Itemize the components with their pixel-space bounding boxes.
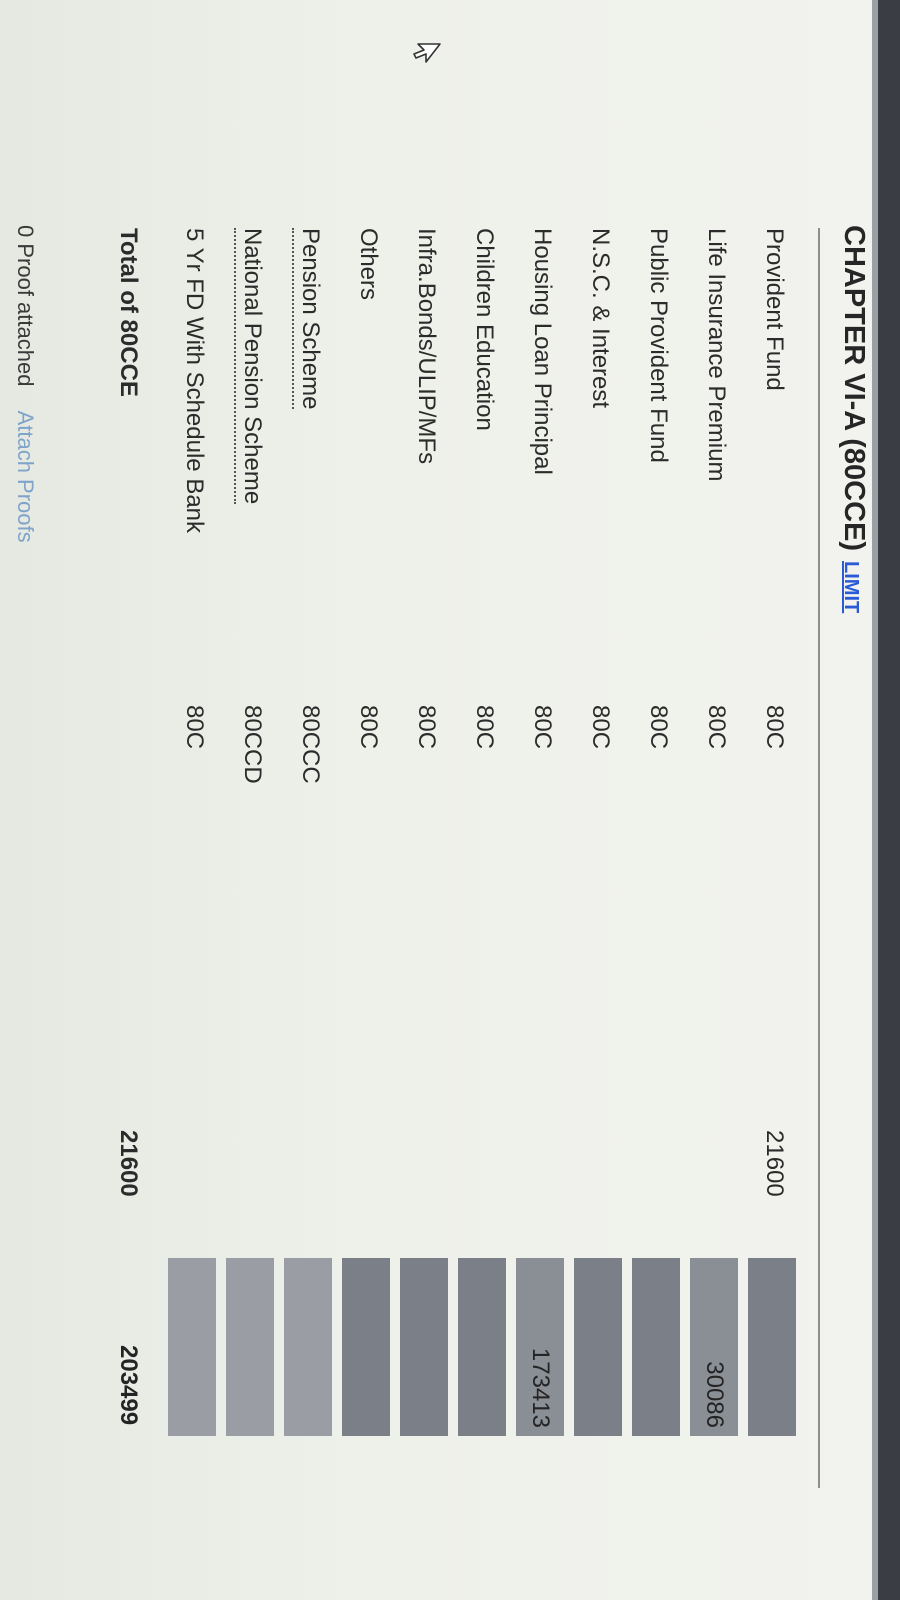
row-section: 80CCD xyxy=(239,705,266,784)
row-label: 5 Yr FD With Schedule Bank xyxy=(181,228,208,534)
amount-input-value: 173413 xyxy=(527,1347,554,1428)
row-label: Provident Fund xyxy=(761,228,788,391)
row-section: 80C xyxy=(355,705,382,750)
row-section: 80C xyxy=(181,705,208,750)
row-section: 80C xyxy=(413,705,440,750)
row-section: 80C xyxy=(703,705,730,750)
mouse-pointer-icon xyxy=(413,43,441,63)
amount-input[interactable] xyxy=(574,1258,622,1436)
amount-input[interactable] xyxy=(342,1258,390,1436)
deduction-row: 5 Yr FD With Schedule Bank 80C xyxy=(166,0,218,1600)
deduction-row: N.S.C. & Interest 80C xyxy=(572,0,624,1600)
row-label: Life Insurance Premium xyxy=(703,228,730,482)
row-label: Others xyxy=(355,228,382,301)
deduction-row: Public Provident Fund 80C xyxy=(630,0,682,1600)
proof-footer: 0 Proof attached Attach Proofs xyxy=(12,225,38,543)
bezel-divider xyxy=(872,0,878,1600)
grand-total: 203499 xyxy=(115,1345,142,1426)
row-section: 80C xyxy=(761,705,788,750)
deduction-row: Children Education 80C xyxy=(456,0,508,1600)
amount-input[interactable] xyxy=(400,1258,448,1436)
row-label: Infra.Bonds/ULIP/MFs xyxy=(413,228,440,465)
amount-input[interactable] xyxy=(168,1258,216,1436)
attach-proofs-link[interactable]: Attach Proofs xyxy=(13,411,38,543)
deduction-row: Life Insurance Premium 80C 30086 xyxy=(688,0,740,1600)
deductions-panel: CHAPTER VI-A (80CCE) LIMIT Provident Fun… xyxy=(0,0,900,1600)
row-label: N.S.C. & Interest xyxy=(587,228,614,409)
deduction-row: Housing Loan Principal 80C 173413 xyxy=(514,0,566,1600)
row-label: Public Provident Fund xyxy=(645,228,672,463)
page-title: CHAPTER VI-A (80CCE) xyxy=(838,225,870,552)
row-section: 80CCC xyxy=(297,705,324,784)
amount-input-value: 30086 xyxy=(701,1361,728,1428)
row-section: 80C xyxy=(471,705,498,750)
deduction-row: National Pension Scheme 80CCD xyxy=(224,0,276,1600)
total-amount: 21600 xyxy=(115,1130,142,1197)
row-section: 80C xyxy=(529,705,556,750)
deduction-row: Pension Scheme 80CCC xyxy=(282,0,334,1600)
title-divider xyxy=(818,228,820,1488)
total-row: Total of 80CCE 21600 203499 xyxy=(100,0,152,1600)
amount-input[interactable] xyxy=(632,1258,680,1436)
row-label: Children Education xyxy=(471,228,498,431)
row-label[interactable]: Pension Scheme xyxy=(292,228,324,410)
amount-input[interactable] xyxy=(284,1258,332,1436)
amount-input[interactable]: 30086 xyxy=(690,1258,738,1436)
deduction-row: Others 80C xyxy=(340,0,392,1600)
row-section: 80C xyxy=(587,705,614,750)
section-heading: CHAPTER VI-A (80CCE) LIMIT xyxy=(830,225,870,613)
row-label[interactable]: National Pension Scheme xyxy=(234,228,266,505)
proof-count: 0 Proof attached xyxy=(13,225,38,387)
deduction-row: Infra.Bonds/ULIP/MFs 80C xyxy=(398,0,450,1600)
limit-link[interactable]: LIMIT xyxy=(839,561,862,613)
amount-input[interactable] xyxy=(458,1258,506,1436)
monitor-bezel xyxy=(878,0,900,1600)
deduction-row: Provident Fund 80C 21600 xyxy=(746,0,798,1600)
row-label: Housing Loan Principal xyxy=(529,228,556,475)
row-amount: 21600 xyxy=(761,1130,788,1197)
total-label: Total of 80CCE xyxy=(115,228,142,397)
amount-input[interactable] xyxy=(748,1258,796,1436)
row-section: 80C xyxy=(645,705,672,750)
amount-input[interactable] xyxy=(226,1258,274,1436)
amount-input[interactable]: 173413 xyxy=(516,1258,564,1436)
